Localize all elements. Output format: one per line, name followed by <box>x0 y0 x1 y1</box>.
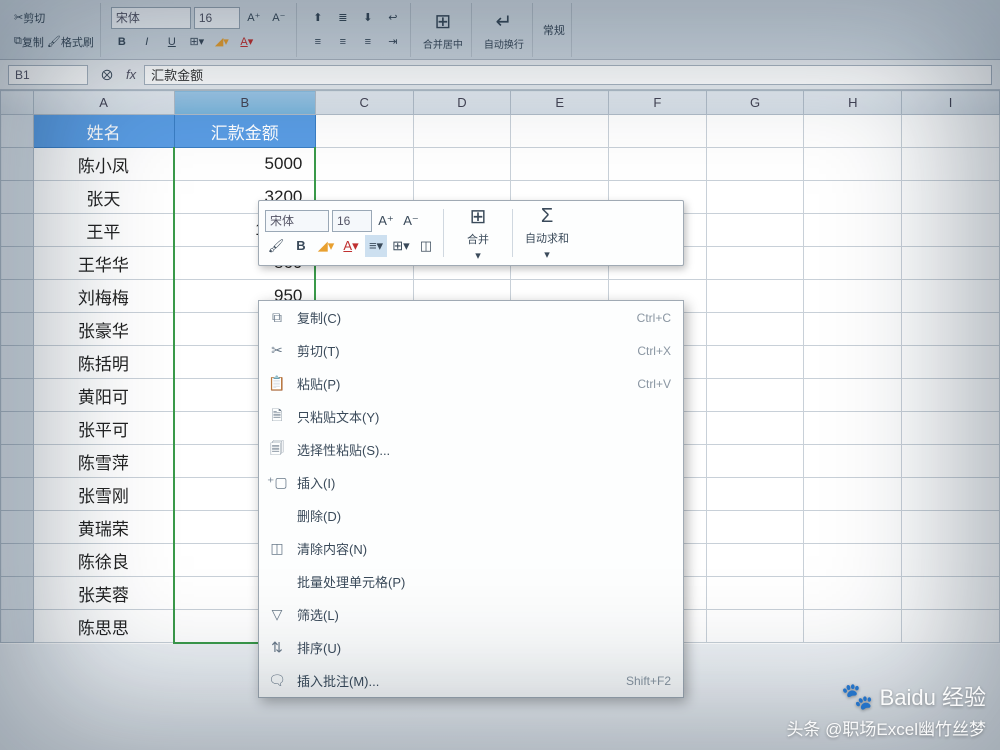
ribbon-toolbar: ✂ 剪切 ⧉ 复制 🖌 格式刷 A⁺ A⁻ B I U ⊞▾ ◢▾ A▾ ⬆ ≣… <box>0 0 1000 60</box>
mini-fill-color-icon[interactable]: ◢▾ <box>315 235 337 257</box>
format-painter-button[interactable]: 🖌 格式刷 <box>47 31 94 53</box>
decrease-font-button[interactable]: A⁻ <box>268 7 290 29</box>
underline-button[interactable]: U <box>161 31 183 53</box>
align-left-button[interactable]: ≡ <box>307 31 329 53</box>
ctx-sort[interactable]: ⇅排序(U) <box>259 631 683 664</box>
align-right-button[interactable]: ≡ <box>357 31 379 53</box>
paste-icon: 📋 <box>267 375 287 392</box>
indent-button[interactable]: ⇥ <box>382 31 404 53</box>
number-format-select[interactable]: 常规 <box>543 19 565 41</box>
baidu-watermark: 🐾Baidu 经验 <box>841 680 986 712</box>
fx-label: fx <box>126 67 136 82</box>
fx-icon[interactable]: ⨂ <box>96 64 118 86</box>
mini-decrease-font-icon[interactable]: A⁻ <box>400 210 422 232</box>
mini-font-color-icon[interactable]: A▾ <box>340 235 362 257</box>
cell-b1[interactable]: 汇款金额 <box>174 115 315 148</box>
toutiao-watermark: 头条 @职场Excel幽竹丝梦 <box>786 715 986 740</box>
formula-input[interactable]: 汇款金额 <box>144 65 992 85</box>
ctx-clear[interactable]: ◫清除内容(N) <box>259 532 683 565</box>
mini-border-icon[interactable]: ⊞▾ <box>390 235 412 257</box>
mini-autosum-button[interactable]: Σ自动求和▾ <box>519 207 575 259</box>
mini-increase-font-icon[interactable]: A⁺ <box>375 210 397 232</box>
ctx-insert[interactable]: ⁺▢插入(I) <box>259 466 683 499</box>
cell[interactable]: 王华华 <box>33 247 174 280</box>
cell[interactable]: 陈括明 <box>33 346 174 379</box>
copy-button[interactable]: ⧉ 复制 <box>14 31 44 53</box>
cell[interactable]: 刘梅梅 <box>33 280 174 313</box>
insert-icon: ⁺▢ <box>267 474 287 491</box>
sort-icon: ⇅ <box>267 639 287 656</box>
cell[interactable]: 5000 <box>174 148 315 181</box>
borders-button[interactable]: ⊞▾ <box>186 31 208 53</box>
cell[interactable]: 陈徐良 <box>33 544 174 577</box>
ctx-filter[interactable]: ▽筛选(L) <box>259 598 683 631</box>
cell[interactable]: 黄瑞荣 <box>33 511 174 544</box>
mini-bold-button[interactable]: B <box>290 235 312 257</box>
cell[interactable]: 陈小凤 <box>33 148 174 181</box>
ctx-batch[interactable]: 批量处理单元格(P) <box>259 565 683 598</box>
cell-a1[interactable]: 姓名 <box>33 115 174 148</box>
cell[interactable]: 王平 <box>33 214 174 247</box>
ctx-paste[interactable]: 📋粘贴(P)Ctrl+V <box>259 367 683 400</box>
fill-color-button[interactable]: ◢▾ <box>211 31 233 53</box>
mini-toolbar: A⁺ A⁻ 🖌 B ◢▾ A▾ ≡▾ ⊞▾ ◫ ⊞合并▾ Σ自动求和▾ <box>258 200 684 266</box>
align-middle-button[interactable]: ≣ <box>332 7 354 29</box>
paste-text-icon: 🗎 <box>267 405 287 429</box>
ctx-paste-special[interactable]: 🗐选择性粘贴(S)... <box>259 433 683 466</box>
auto-wrap-button[interactable]: ↵自动换行 <box>482 7 526 53</box>
font-size-select[interactable] <box>194 7 240 29</box>
font-family-select[interactable] <box>111 7 191 29</box>
increase-font-button[interactable]: A⁺ <box>243 7 265 29</box>
mini-merge-button[interactable]: ⊞合并▾ <box>450 207 506 259</box>
name-box[interactable]: B1 <box>8 65 88 85</box>
ctx-paste-text[interactable]: 🗎只粘贴文本(Y) <box>259 400 683 433</box>
cell[interactable]: 张芙蓉 <box>33 577 174 610</box>
column-headers[interactable]: A B C D E F G H I <box>1 91 1000 115</box>
merge-cells-button[interactable]: ⊞合并居中 <box>421 7 465 53</box>
italic-button[interactable]: I <box>136 31 158 53</box>
cut-button[interactable]: ✂ 剪切 <box>14 7 45 29</box>
clear-icon: ◫ <box>267 540 287 557</box>
cell[interactable]: 张天 <box>33 181 174 214</box>
mini-align-icon[interactable]: ≡▾ <box>365 235 387 257</box>
mini-font-select[interactable] <box>265 210 329 232</box>
cell[interactable]: 张豪华 <box>33 313 174 346</box>
filter-icon: ▽ <box>267 606 287 623</box>
cell[interactable]: 陈雪萍 <box>33 445 174 478</box>
ctx-delete[interactable]: 删除(D) <box>259 499 683 532</box>
align-bottom-button[interactable]: ⬇ <box>357 7 379 29</box>
copy-icon: ⧉ <box>267 309 287 326</box>
mini-size-select[interactable] <box>332 210 372 232</box>
cut-icon: ✂ <box>267 342 287 359</box>
wrap-text-button[interactable]: ↩ <box>382 7 404 29</box>
bold-button[interactable]: B <box>111 31 133 53</box>
align-center-button[interactable]: ≡ <box>332 31 354 53</box>
cell[interactable]: 黄阳可 <box>33 379 174 412</box>
cell[interactable]: 张雪刚 <box>33 478 174 511</box>
paste-special-icon: 🗐 <box>267 438 287 462</box>
ctx-copy[interactable]: ⧉复制(C)Ctrl+C <box>259 301 683 334</box>
align-top-button[interactable]: ⬆ <box>307 7 329 29</box>
paw-icon: 🐾 <box>841 681 873 712</box>
font-color-button[interactable]: A▾ <box>236 31 258 53</box>
cell[interactable]: 陈思思 <box>33 610 174 643</box>
ctx-comment[interactable]: 🗨插入批注(M)...Shift+F2 <box>259 664 683 697</box>
mini-format-painter-icon[interactable]: 🖌 <box>265 235 287 257</box>
comment-icon: 🗨 <box>267 672 287 689</box>
ctx-cut[interactable]: ✂剪切(T)Ctrl+X <box>259 334 683 367</box>
formula-bar: B1 ⨂ fx 汇款金额 <box>0 60 1000 90</box>
cell[interactable]: 张平可 <box>33 412 174 445</box>
mini-clear-icon[interactable]: ◫ <box>415 235 437 257</box>
context-menu: ⧉复制(C)Ctrl+C ✂剪切(T)Ctrl+X 📋粘贴(P)Ctrl+V 🗎… <box>258 300 684 698</box>
